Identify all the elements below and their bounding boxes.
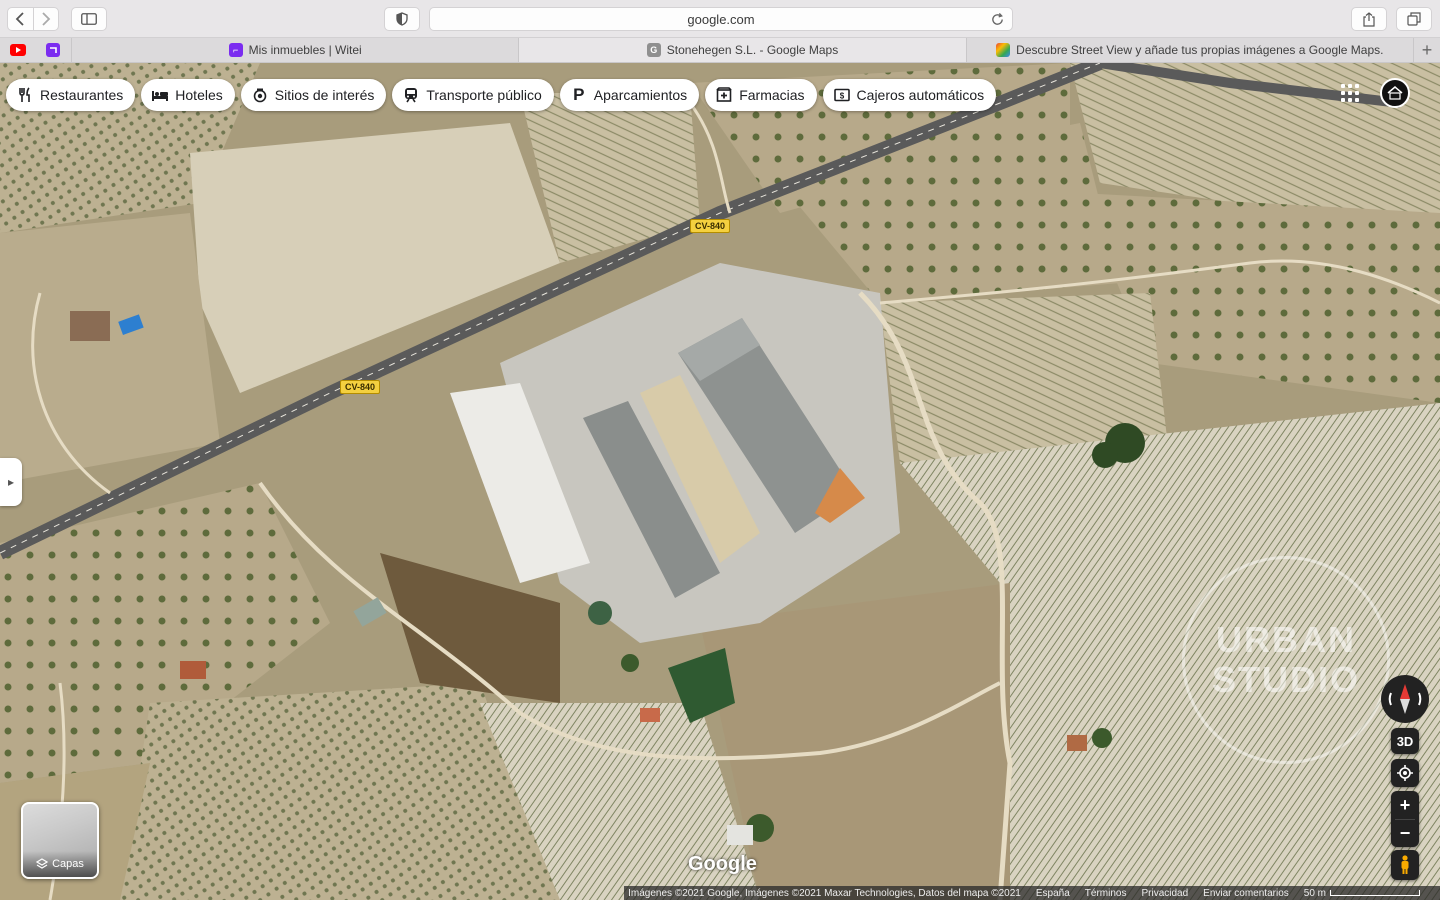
chip-farmacias[interactable]: Farmacias <box>705 79 817 111</box>
send-feedback-link[interactable]: Enviar comentarios <box>1203 888 1289 899</box>
terms-link[interactable]: Términos <box>1085 888 1127 899</box>
house-logo-icon <box>1387 86 1403 100</box>
tab-witei[interactable]: ⌐ Mis inmuebles | Witei <box>72 38 520 62</box>
pinned-tab-witei[interactable] <box>36 38 72 62</box>
chip-restaurantes[interactable]: Restaurantes <box>6 79 136 111</box>
my-location-button[interactable] <box>1391 759 1419 787</box>
svg-text:$: $ <box>839 92 844 101</box>
tab-title: Stonehegen S.L. - Google Maps <box>666 43 839 57</box>
tab-bar: ⌐ Mis inmuebles | Witei G Stonehegen S.L… <box>0 38 1440 63</box>
caret-right-icon: ▸ <box>7 475 15 489</box>
privacy-report-button[interactable] <box>384 7 420 31</box>
pegman-icon <box>1401 855 1409 874</box>
train-icon <box>402 86 420 104</box>
urban-studio-watermark: URBAN STUDIO <box>1182 556 1390 764</box>
layers-label: Capas <box>23 851 97 877</box>
3d-button[interactable]: 3D <box>1391 728 1419 754</box>
forward-button[interactable] <box>32 8 59 30</box>
compass-control[interactable] <box>1381 675 1429 723</box>
browser-toolbar: google.com <box>0 0 1440 38</box>
chevron-right-icon <box>42 12 51 26</box>
satellite-imagery <box>0 63 1440 900</box>
road-label-cv-840: CV-840 <box>340 380 381 394</box>
satellite-map[interactable]: Restaurantes Hoteles Sitios de interés T… <box>0 63 1440 900</box>
zoom-controls: + − <box>1391 791 1419 847</box>
back-button[interactable] <box>8 8 33 30</box>
youtube-icon <box>9 44 26 56</box>
parking-icon: P <box>573 85 585 104</box>
account-avatar[interactable] <box>1380 78 1410 108</box>
google-apps-icon[interactable] <box>1341 84 1359 102</box>
fork-knife-icon <box>16 86 34 104</box>
attribution-bar: Imágenes ©2021 Google, Imágenes ©2021 Ma… <box>624 886 1440 900</box>
witei-icon <box>46 43 61 57</box>
witei-favicon-icon: ⌐ <box>228 43 243 57</box>
tab-google-maps[interactable]: G Stonehegen S.L. - Google Maps <box>519 38 967 62</box>
navigation-buttons <box>7 7 59 31</box>
google-logo: Google <box>688 853 757 875</box>
tab-title: Mis inmuebles | Witei <box>248 43 362 57</box>
pharmacy-icon <box>715 86 733 104</box>
zoom-in-button[interactable]: + <box>1400 791 1411 819</box>
road-label-cv-840: CV-840 <box>690 219 731 233</box>
share-icon <box>1363 11 1375 27</box>
imagery-attribution: Imágenes ©2021 Google, Imágenes ©2021 Ma… <box>628 887 1021 899</box>
sidebar-icon <box>81 13 97 25</box>
url-text: google.com <box>687 11 755 27</box>
layers-button[interactable]: Capas <box>21 802 99 879</box>
chip-sitios-de-interes[interactable]: Sitios de interés <box>240 79 387 111</box>
google-favicon-icon: G <box>646 43 661 57</box>
address-bar[interactable]: google.com <box>429 7 1013 31</box>
sidebar-toggle-button[interactable] <box>71 7 107 31</box>
camera-icon <box>251 86 269 104</box>
location-target-icon <box>1397 765 1413 781</box>
tab-street-view[interactable]: Descubre Street View y añade tus propias… <box>967 38 1414 62</box>
chip-transporte-publico[interactable]: Transporte público <box>392 79 554 111</box>
scale-label: 50 m <box>1303 887 1326 899</box>
scale-bar <box>1330 890 1420 896</box>
category-chips: Restaurantes Hoteles Sitios de interés T… <box>6 79 997 111</box>
tab-title: Descubre Street View y añade tus propias… <box>1016 43 1384 57</box>
tab-overview-button[interactable] <box>1396 7 1432 31</box>
bed-icon <box>151 86 169 104</box>
privacy-link[interactable]: Privacidad <box>1141 888 1188 899</box>
chevron-left-icon <box>15 12 24 26</box>
pinned-tab-youtube[interactable] <box>0 38 36 62</box>
shield-icon <box>396 12 408 26</box>
share-button[interactable] <box>1351 7 1387 31</box>
reload-icon[interactable] <box>990 12 1005 27</box>
layers-icon <box>36 858 49 869</box>
chip-cajeros-automaticos[interactable]: $ Cajeros automáticos <box>822 79 997 111</box>
compass-needle-icon <box>1388 684 1422 714</box>
country-link[interactable]: España <box>1036 888 1070 899</box>
new-tab-button[interactable]: + <box>1414 38 1440 62</box>
street-view-pegman-button[interactable] <box>1391 850 1419 880</box>
street-view-favicon-icon <box>996 43 1011 57</box>
chip-hoteles[interactable]: Hoteles <box>141 79 235 111</box>
tabs-icon <box>1407 12 1421 26</box>
expand-side-panel-button[interactable]: ▸ <box>0 458 22 506</box>
atm-icon: $ <box>833 86 851 104</box>
scale-indicator[interactable]: 50 m <box>1304 888 1420 899</box>
zoom-out-button[interactable]: − <box>1395 819 1415 847</box>
chip-aparcamientos[interactable]: P Aparcamientos <box>559 79 700 111</box>
pinned-tabs <box>0 38 72 62</box>
